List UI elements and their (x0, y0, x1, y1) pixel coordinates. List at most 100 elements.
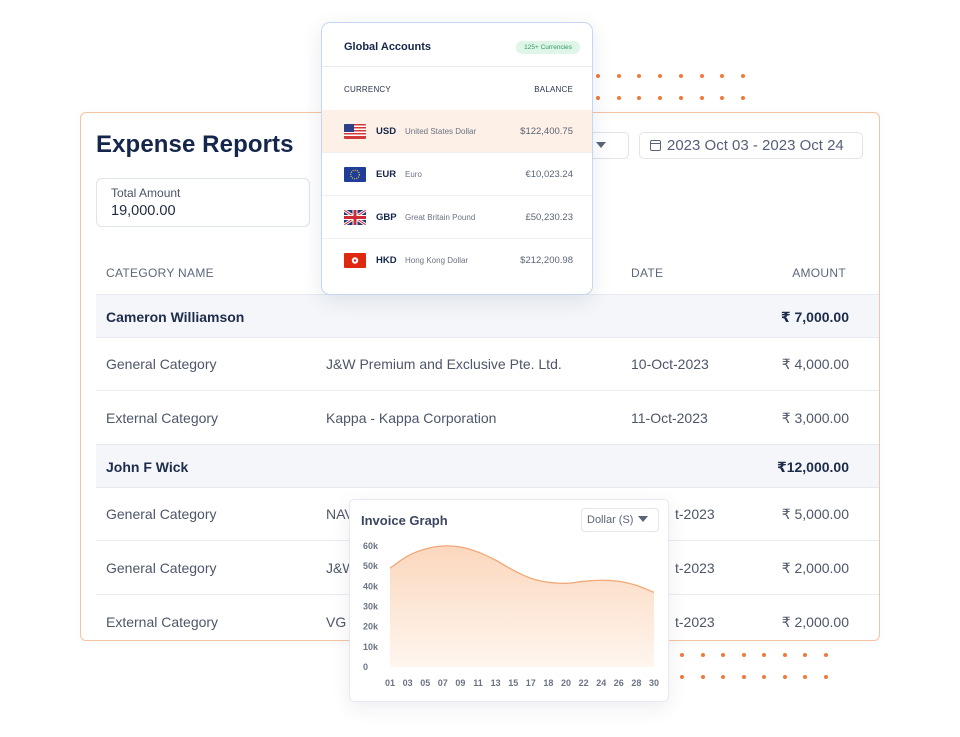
currency-name: Great Britain Pound (405, 213, 476, 222)
x-tick-label: 22 (579, 678, 589, 688)
x-tick-label: 26 (614, 678, 624, 688)
decorative-dot (803, 675, 807, 679)
currency-balance: $122,400.75 (520, 126, 573, 137)
currency-code: GBP (376, 212, 397, 223)
vendor-cell: J&W Premium and Exclusive Pte. Ltd. (326, 356, 562, 372)
decorative-dot (596, 74, 600, 78)
date-cell: 11-Oct-2023 (631, 410, 708, 426)
x-tick-label: 15 (508, 678, 518, 688)
decorative-dot (637, 74, 642, 78)
decorative-dot (741, 653, 746, 657)
x-tick-label: 18 (543, 678, 553, 688)
decorative-dot (740, 96, 745, 100)
decorative-dot (680, 675, 684, 679)
x-tick-label: 28 (631, 678, 641, 688)
group-amount: ₹12,000.00 (776, 459, 849, 475)
decorative-dot (616, 74, 621, 78)
x-tick-label: 09 (455, 678, 465, 688)
invoice-chart: 60k 50k 40k 30k 20k 10k 0 01 03 05 07 09 11 13 15 17 18 2… (363, 541, 659, 688)
decorative-dot (658, 96, 663, 100)
category-cell: External Category (106, 410, 219, 426)
group-row[interactable]: John F Wick ₹12,000.00 (96, 444, 879, 488)
decorative-dot (803, 653, 807, 657)
currency-code: EUR (376, 169, 397, 180)
x-tick-label: 01 (385, 678, 395, 688)
currency-row-usd[interactable]: USD United States Dollar $122,400.75 (322, 110, 592, 153)
decorative-dot (782, 675, 787, 679)
page-title: Expense Reports (96, 131, 294, 158)
decorative-dot (721, 675, 725, 679)
decorative-dot (700, 653, 705, 657)
date-cell: t-2023 (675, 506, 715, 522)
y-tick-label: 60k (363, 541, 379, 551)
group-row[interactable]: Cameron Williamson ₹ 7,000.00 (96, 294, 879, 338)
column-header-category: CATEGORY NAME (106, 266, 214, 280)
currency-row-eur[interactable]: EUR Euro €10,023.24 (322, 153, 592, 196)
date-range-picker[interactable]: 2023 Oct 03 - 2023 Oct 24 (639, 132, 863, 159)
decorative-dot (762, 675, 766, 679)
decorative-dot (823, 653, 828, 657)
currency-balance: £50,230.23 (525, 212, 573, 223)
y-tick-label: 0 (363, 662, 368, 672)
currency-balance: $212,200.98 (520, 255, 573, 266)
decorative-dot (740, 74, 745, 78)
decorative-dot (762, 653, 766, 657)
group-amount: ₹ 7,000.00 (780, 309, 849, 325)
decorative-dot (720, 96, 725, 100)
y-tick-label: 40k (363, 581, 379, 591)
y-tick-label: 10k (363, 642, 379, 652)
currency-column-header: CURRENCY (344, 85, 391, 94)
decorative-dot (678, 96, 683, 100)
currency-row-hkd[interactable]: HKD Hong Kong Dollar $212,200.98 (322, 239, 592, 282)
decorative-dot (721, 653, 725, 657)
decorative-dot (658, 74, 663, 78)
column-header-amount: AMOUNT (792, 266, 846, 280)
x-tick-label: 30 (649, 678, 659, 688)
chevron-down-icon (596, 142, 607, 148)
x-tick-label: 07 (438, 678, 448, 688)
amount-cell: ₹ 5,000.00 (781, 506, 849, 522)
decorative-dot (741, 675, 746, 679)
decorative-dot (678, 74, 683, 78)
decorative-dot (782, 653, 787, 657)
total-amount-value: 19,000.00 (111, 203, 176, 219)
x-tick-label: 24 (596, 678, 606, 688)
divider (322, 66, 592, 67)
decorative-dot (596, 96, 600, 100)
hk-flag-icon (344, 253, 366, 268)
amount-cell: ₹ 2,000.00 (781, 614, 849, 630)
amount-cell: ₹ 3,000.00 (781, 410, 849, 426)
total-amount-label: Total Amount (111, 186, 181, 200)
decorative-dot (680, 653, 684, 657)
currency-name: United States Dollar (405, 127, 477, 136)
group-name: John F Wick (106, 459, 189, 475)
x-tick-label: 17 (526, 678, 536, 688)
currency-code: HKD (376, 255, 397, 266)
x-tick-label: 05 (420, 678, 430, 688)
us-flag-icon (344, 124, 366, 139)
category-cell: General Category (106, 560, 217, 576)
decorative-dot (720, 74, 725, 78)
y-tick-label: 30k (363, 602, 379, 612)
column-header-date: DATE (631, 266, 664, 280)
table-row[interactable]: External Category Kappa - Kappa Corporat… (96, 391, 879, 445)
currencies-badge: 125+ Currencies (516, 41, 580, 54)
currency-row-gbp[interactable]: GBP Great Britain Pound £50,230.23 (322, 196, 592, 239)
date-cell: 10-Oct-2023 (631, 356, 709, 372)
decorative-dot (699, 74, 704, 78)
category-cell: External Category (106, 614, 219, 630)
currency-name: Hong Kong Dollar (405, 256, 469, 265)
table-row[interactable]: General Category J&W Premium and Exclusi… (96, 337, 879, 391)
group-name: Cameron Williamson (106, 309, 245, 325)
calendar-icon (650, 140, 661, 151)
invoice-area (390, 545, 654, 667)
decorative-dot (699, 96, 704, 100)
x-tick-label: 13 (491, 678, 501, 688)
x-tick-label: 20 (561, 678, 571, 688)
currency-balance: €10,023.24 (525, 169, 573, 180)
global-accounts-panel: Global Accounts 125+ Currencies CURRENCY… (321, 22, 593, 295)
eu-flag-icon (344, 167, 366, 182)
uk-flag-icon (344, 210, 366, 225)
date-cell: t-2023 (675, 614, 715, 630)
decorative-dot (616, 96, 621, 100)
